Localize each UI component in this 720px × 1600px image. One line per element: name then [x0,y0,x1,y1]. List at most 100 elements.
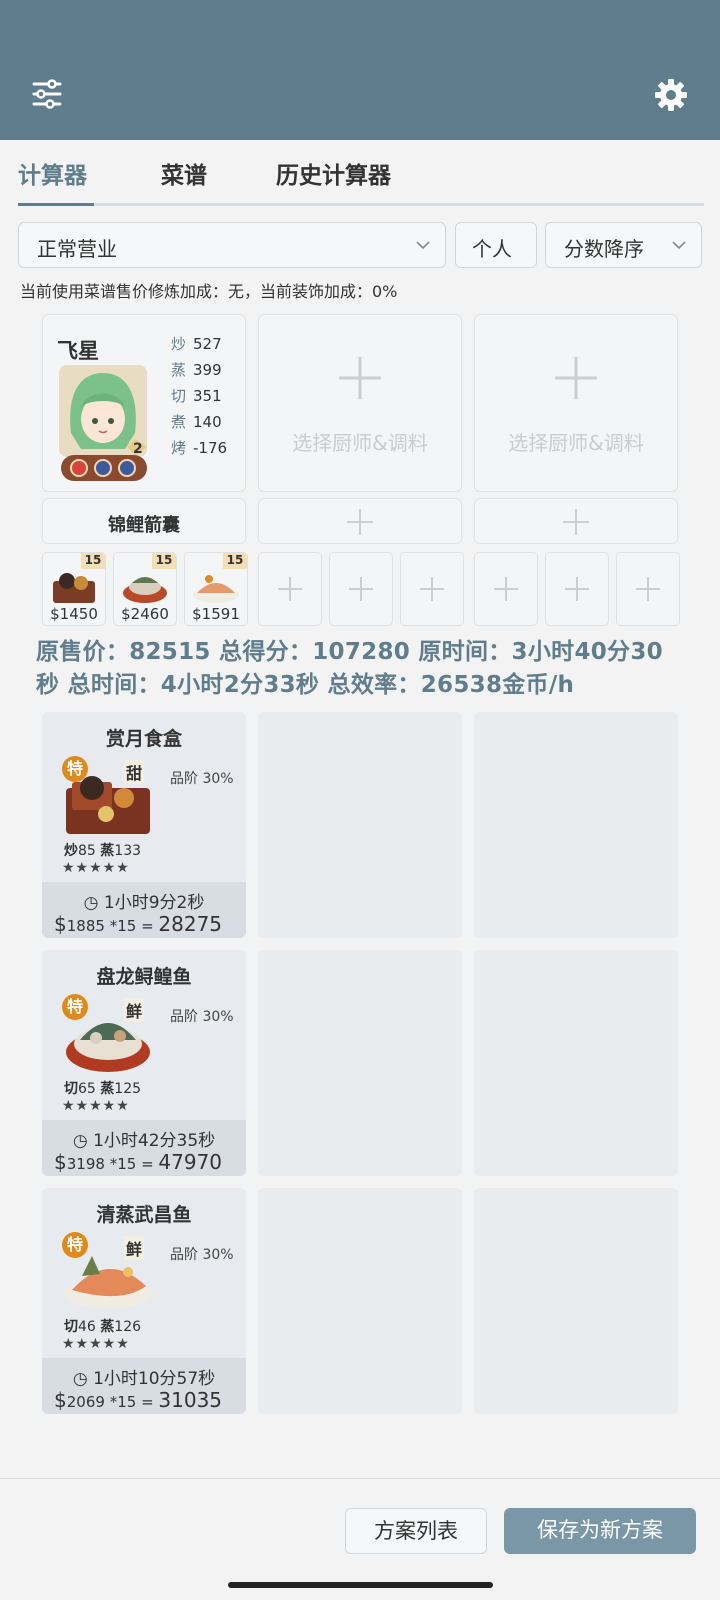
skill-label: 蒸 [100,843,115,859]
star-rating: ★★★★★ [62,1098,130,1114]
recipe-name: 盘龙鲟鳇鱼 [96,966,192,988]
select-chef-label: 选择厨师&调料 [508,431,644,455]
skill-value: 85 [78,843,96,859]
recipe-price: $3198 *15 = 47970 [54,1150,223,1174]
chef-slot-3[interactable]: 选择厨师&调料 [474,314,678,492]
recipe-card-empty[interactable] [474,950,678,1176]
star-rating: ★★★★★ [62,1336,130,1352]
dish-slot[interactable]: 15 $1591 [184,552,248,626]
recipe-card-empty[interactable] [258,1188,462,1414]
plan-list-button[interactable]: 方案列表 [345,1508,487,1554]
recipe-footer: ◷ 1小时10分57秒 $2069 *15 = 31035 [42,1358,246,1414]
dollar-icon: $ [54,912,67,936]
dish-slot[interactable]: 15 $1450 [42,552,106,626]
tab-calculator[interactable]: 计算器 [18,156,87,190]
time-value: 1小时10分57秒 [93,1369,216,1389]
dish-slot-empty[interactable] [400,552,464,626]
skill-label: 蒸 [100,1319,115,1335]
gear-icon[interactable] [652,76,690,114]
recipe-name: 清蒸武昌鱼 [96,1204,192,1226]
multiplier: *15 [109,917,137,935]
equip-slot-3[interactable] [474,498,678,544]
stat-row: 蒸 399 [171,357,227,383]
plus-icon [494,577,518,601]
dish-slot-empty[interactable] [258,552,322,626]
recipe-price: $1885 *15 = 28275 [54,912,223,936]
scope-button-label: 个人 [472,237,512,261]
star-rating: ★★★★★ [62,860,130,876]
dish-image [193,575,239,603]
special-badge: 特 [62,756,88,782]
recipe-card[interactable]: 赏月食盒 特 甜 品阶 30% 炒85 蒸133 ★★★★★ ◷ 1小时9分2秒… [42,712,246,938]
recipe-card[interactable]: 盘龙鲟鳇鱼 特 鲜 品阶 30% 切65 蒸125 ★★★★★ ◷ 1小时42分… [42,950,246,1176]
grade-label: 品阶 30% [170,771,234,787]
chef-slot-1[interactable]: 飞星 2 炒 527 蒸 399 切 351 煮 140 烤 -176 [42,314,246,492]
dish-price: $2460 [121,605,169,623]
dish-slot-empty[interactable] [329,552,393,626]
recipe-card-empty[interactable] [258,950,462,1176]
recipe-card[interactable]: 清蒸武昌鱼 特 鲜 品阶 30% 切46 蒸126 ★★★★★ ◷ 1小时10分… [42,1188,246,1414]
plus-icon [347,509,373,535]
tab-history-calculator[interactable]: 历史计算器 [276,156,391,190]
sort-select[interactable]: 分数降序 [545,222,702,268]
mode-select[interactable]: 正常营业 [18,222,446,268]
scope-button[interactable]: 个人 [455,222,537,268]
app-bar [0,0,720,140]
sliders-icon[interactable] [30,78,68,110]
flavor-tag: 鲜 [124,998,145,1022]
unit-price: 2069 [66,1393,105,1411]
plus-icon [555,357,597,399]
chef-slot-2[interactable]: 选择厨师&调料 [258,314,462,492]
stat-label: 炒 [171,335,187,353]
flavor-tag: 鲜 [124,1236,145,1260]
recipe-price: $2069 *15 = 31035 [54,1388,223,1412]
chevron-down-icon [416,241,430,250]
plus-icon [339,357,381,399]
bonus-info: 当前使用菜谱售价修炼加成：无，当前装饰加成：0% [20,282,398,301]
skill-value: 133 [114,843,142,859]
stat-value: 140 [193,413,222,431]
tab-bar: 计算器 菜谱 历史计算器 [18,152,704,206]
plus-icon [278,577,302,601]
dish-slot-empty[interactable] [616,552,680,626]
recipe-card-empty[interactable] [474,712,678,938]
equip-name: 锦鲤箭囊 [108,515,180,536]
skill-value: 125 [114,1081,142,1097]
dish-slot-empty[interactable] [545,552,609,626]
recipe-name: 赏月食盒 [105,728,182,750]
tab-recipes[interactable]: 菜谱 [161,156,207,190]
recipe-time: ◷ 1小时9分2秒 [42,888,246,913]
skill-value: 46 [78,1319,96,1335]
total-price: 28275 [158,912,223,936]
sort-select-value: 分数降序 [564,237,644,261]
stat-value: 351 [193,387,222,405]
skill-label: 切 [64,1319,78,1335]
total-price: 47970 [158,1150,223,1174]
stat-value: 399 [193,361,222,379]
equip-slot-1[interactable]: 锦鲤箭囊 [42,498,246,544]
stat-label: 煮 [171,413,187,431]
stat-row: 煮 140 [171,409,227,435]
recipe-card-empty[interactable] [474,1188,678,1414]
equip-slot-2[interactable] [258,498,462,544]
plus-icon [563,509,589,535]
clock-icon: ◷ [72,1131,88,1151]
flavor-tag: 甜 [124,760,145,784]
dish-slot[interactable]: 15 $2460 [113,552,177,626]
stat-label: 烤 [171,439,187,457]
home-indicator [228,1582,493,1588]
recipe-skills: 切65 蒸125 [64,1078,141,1098]
stat-row: 切 351 [171,383,227,409]
plus-icon [349,577,373,601]
unit-price: 1885 [66,917,105,935]
dish-slot-empty[interactable] [474,552,538,626]
unit-price: 3198 [66,1155,105,1173]
dollar-icon: $ [54,1388,67,1412]
select-chef-label: 选择厨师&调料 [292,431,428,455]
recipe-card-empty[interactable] [258,712,462,938]
recipe-footer: ◷ 1小时9分2秒 $1885 *15 = 28275 [42,882,246,938]
grade-label: 品阶 30% [170,1009,234,1025]
dollar-icon: $ [54,1150,67,1174]
skill-label: 蒸 [100,1081,115,1097]
save-new-plan-button[interactable]: 保存为新方案 [504,1508,696,1554]
